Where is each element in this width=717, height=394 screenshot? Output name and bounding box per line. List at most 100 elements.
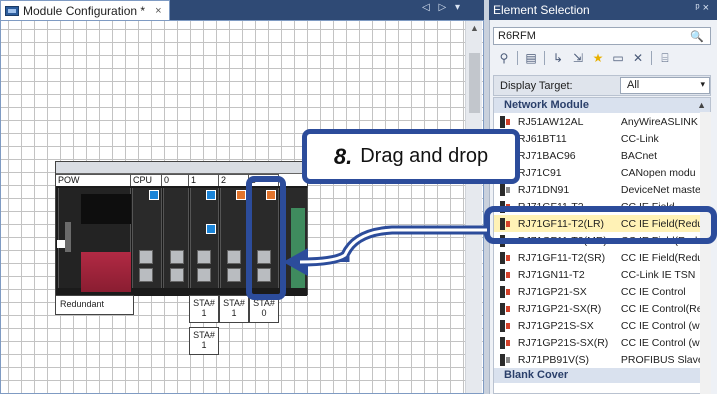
item-desc: CC-Link (620, 132, 659, 145)
module-icon (500, 353, 514, 366)
pin-icon[interactable]: ᵖ × (695, 2, 709, 14)
scroll-up-icon[interactable]: ▲ (697, 98, 706, 113)
sta-label: STA# (223, 298, 245, 308)
delete-icon[interactable]: ✕ (629, 49, 647, 67)
module-icon (500, 319, 514, 332)
module-port (227, 268, 241, 282)
folder-icon[interactable]: ▭ (609, 49, 627, 67)
module-icon (500, 285, 514, 298)
search-input[interactable]: R6RFM 🔍 (493, 27, 711, 45)
list-item[interactable]: RJ71GP21S-SX(R) CC IE Control (w (494, 334, 710, 351)
find-icon[interactable]: ⚲ (495, 49, 513, 67)
chevron-down-icon: ▾ (700, 79, 705, 89)
item-desc: AnyWireASLINK (620, 115, 698, 128)
close-icon[interactable]: × (155, 5, 161, 17)
list-item[interactable]: RJ71C91 CANopen modu (494, 164, 710, 181)
canvas-vertical-scrollbar[interactable]: ▲ (465, 21, 482, 393)
slot-1-module[interactable] (190, 188, 219, 288)
list-item[interactable]: RJ61BT11 CC-Link (494, 130, 710, 147)
base-unit-header (56, 162, 307, 174)
item-name: RJ71GF11-T2(SR) (517, 251, 606, 264)
step-callout: 8. Drag and drop (302, 129, 520, 184)
item-name: RJ71GN11-T2 (517, 268, 585, 281)
list-item[interactable]: RJ71GP21-SX(R) CC IE Control(Re (494, 300, 710, 317)
item-desc: PROFIBUS Slave (620, 353, 704, 366)
power-marker (57, 240, 65, 248)
slot-0-module[interactable] (163, 188, 189, 288)
module-port (197, 268, 211, 282)
slot-label-1: 1 (189, 174, 219, 186)
slot-label-pow: POW (56, 174, 131, 186)
sta-label: STA# (193, 298, 215, 308)
station-number-box[interactable]: STA# 1 (219, 295, 249, 323)
display-target-row: Display Target: All ▾ (493, 75, 711, 96)
list-item[interactable]: RJ51AW12AL AnyWireASLINK (494, 113, 710, 130)
panel-toolbar: ⚲ ▤ ↳ ⇲ ★ ▭ ✕ ⌸ (493, 48, 711, 68)
module-port (170, 268, 184, 282)
list-vertical-scrollbar[interactable] (700, 112, 711, 394)
base-end-green (291, 208, 305, 288)
item-name: RJ51AW12AL (517, 115, 584, 128)
toolbar-separator (517, 51, 518, 65)
module-icon (500, 268, 514, 281)
display-target-label: Display Target: (500, 79, 573, 92)
item-name: RJ71BAC96 (517, 149, 576, 162)
element-list[interactable]: Network Module ▲ RJ51AW12AL AnyWireASLINK… (493, 97, 711, 394)
station-number-box[interactable]: STA# 1 (189, 327, 219, 355)
list-item[interactable]: RJ71GP21S-SX CC IE Control (w (494, 317, 710, 334)
category-label: Network Module (504, 99, 589, 111)
power-panel (81, 194, 131, 224)
power-supply-module[interactable] (57, 188, 131, 292)
tab-nav-arrows[interactable]: ◁ ▷ ▾ (422, 2, 463, 13)
item-name: RJ71DN91 (517, 183, 570, 196)
category-network-module[interactable]: Network Module ▲ (494, 98, 710, 113)
module-icon (500, 183, 514, 196)
sta-value: 1 (201, 308, 207, 318)
properties-icon[interactable]: ▤ (522, 49, 540, 67)
favorite-star-icon[interactable]: ★ (589, 49, 607, 67)
binoculars-icon[interactable]: 🔍 (690, 30, 704, 43)
scroll-thumb[interactable] (469, 53, 480, 113)
item-name: RJ71GP21S-SX(R) (517, 336, 609, 349)
slot-label-0: 0 (162, 174, 189, 186)
sta-value: 1 (201, 340, 207, 350)
options-icon[interactable]: ⌸ (656, 49, 674, 67)
sta-value: 0 (261, 308, 267, 318)
slot-2-module[interactable] (220, 188, 249, 288)
item-desc: BACnet (620, 149, 658, 162)
station-number-box[interactable]: STA# 1 (189, 295, 219, 323)
slot-label-2: 2 (219, 174, 249, 186)
cpu-port (139, 268, 153, 282)
list-item[interactable]: RJ71BAC96 BACnet (494, 147, 710, 164)
list-item[interactable]: RJ71DN91 DeviceNet maste (494, 181, 710, 198)
scroll-up-icon[interactable]: ▲ (470, 23, 479, 33)
module-config-icon (5, 5, 19, 16)
power-red-panel (81, 252, 131, 292)
list-item[interactable]: RJ71PB91V(S) PROFIBUS Slave (494, 351, 710, 368)
expand-icon[interactable]: ↳ (549, 49, 567, 67)
collapse-icon[interactable]: ⇲ (569, 49, 587, 67)
slot-1-led (206, 190, 216, 200)
selected-row-highlight (484, 206, 717, 244)
tab-module-configuration[interactable]: Module Configuration * × (0, 0, 170, 20)
step-number: 8. (333, 143, 353, 169)
item-desc: CC IE Field(Redu (620, 251, 704, 264)
item-desc: DeviceNet maste (620, 183, 701, 196)
search-value: R6RFM (498, 30, 536, 42)
module-icon (500, 115, 514, 128)
panel-title: Element Selection (493, 3, 590, 17)
list-item[interactable]: RJ71GP21-SX CC IE Control (494, 283, 710, 300)
item-name: RJ71GP21S-SX (517, 319, 594, 332)
list-item[interactable]: RJ71GN11-T2 CC-Link IE TSN (494, 266, 710, 283)
power-indicator (65, 222, 71, 252)
item-desc: CC IE Control(Re (620, 302, 703, 315)
item-desc: CANopen modu (620, 166, 696, 179)
display-target-select[interactable]: All ▾ (620, 77, 710, 94)
cpu-module[interactable] (132, 188, 162, 288)
slot-label-cpu: CPU (131, 174, 162, 186)
module-icon (500, 336, 514, 349)
list-item[interactable]: RJ71GF11-T2(SR) CC IE Field(Redu (494, 249, 710, 266)
slot-1-led-2 (206, 224, 216, 234)
category-blank-cover[interactable]: Blank Cover (494, 368, 710, 383)
toolbar-separator (651, 51, 652, 65)
